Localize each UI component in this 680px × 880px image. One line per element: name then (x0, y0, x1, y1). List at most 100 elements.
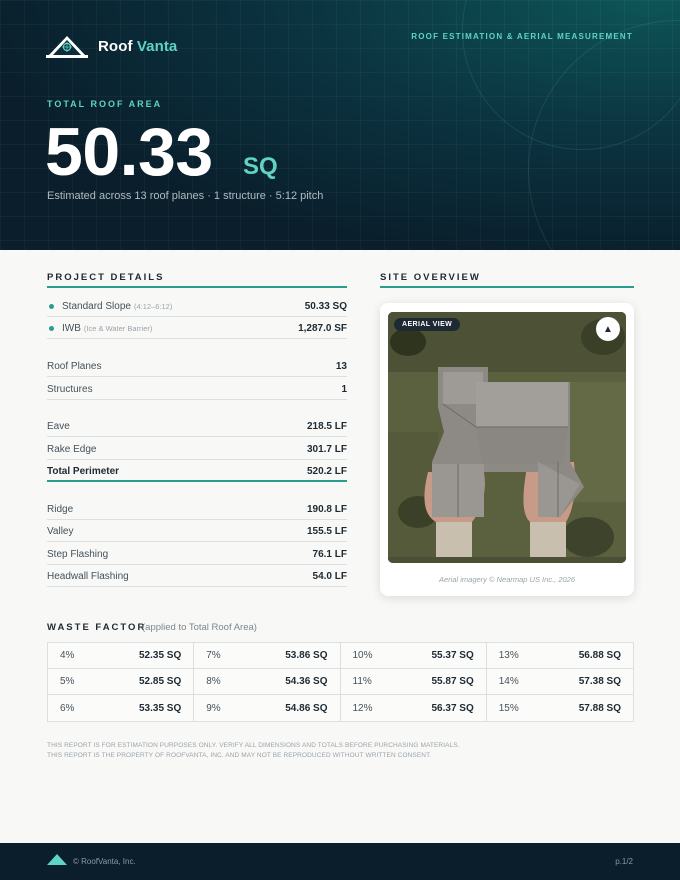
waste-sq: 54.86 SQ (285, 702, 328, 714)
detail-row-headwall-flashing: Headwall Flashing 54.0 LF (47, 567, 347, 587)
brand-name: Roof Vanta (98, 38, 177, 55)
waste-sq: 53.35 SQ (138, 702, 182, 714)
detail-row-step-flashing: Step Flashing 76.1 LF (47, 545, 347, 565)
waste-pct: 8% (206, 676, 221, 687)
aerial-image: AERIAL VIEW ▲ (388, 312, 626, 563)
waste-sq: 57.88 SQ (578, 702, 621, 714)
bullet-dot-icon (49, 304, 54, 309)
detail-value: 301.7 LF (306, 444, 347, 455)
detail-row-total-perimeter: Total Perimeter 520.2 LF (47, 462, 347, 482)
waste-pct: 11% (352, 676, 372, 687)
waste-factor-title: WASTE FACTOR (47, 622, 147, 633)
page-footer: © RoofVanta, Inc. p.1/2 (0, 843, 680, 880)
brand-name-accent: Vanta (136, 37, 178, 55)
disclaimer-line-1: THIS REPORT IS FOR ESTIMATION PURPOSES O… (47, 742, 460, 749)
footer-copyright: © RoofVanta, Inc. (73, 857, 136, 866)
detail-value: 76.1 LF (312, 549, 347, 560)
waste-factor-cell: 13% 56.88 SQ (486, 643, 633, 669)
detail-note: (4:12–6:12) (133, 302, 173, 311)
footer-page-number: p.1/2 (615, 857, 633, 866)
detail-label: Standard Slope (62, 301, 131, 312)
site-overview-title: SITE OVERVIEW (380, 272, 481, 283)
brand-name-main: Roof (98, 37, 133, 55)
header-tagline: ROOF ESTIMATION & AERIAL MEASUREMENT (411, 32, 633, 41)
detail-value: 520.2 LF (306, 465, 347, 477)
detail-value: 1 (341, 384, 347, 395)
detail-row-rake-edge: Rake Edge 301.7 LF (47, 440, 347, 460)
waste-pct: 13% (498, 650, 519, 661)
detail-value: 54.0 LF (312, 571, 347, 582)
waste-factor-cell: 9% 54.86 SQ (194, 695, 341, 721)
detail-row-standard-slope: Standard Slope (4:12–6:12) 50.33 SQ (47, 297, 347, 317)
detail-label: Step Flashing (47, 549, 109, 560)
waste-factor-cell: 4% 52.35 SQ (48, 643, 195, 669)
waste-sq: 55.87 SQ (431, 676, 474, 687)
detail-note: (Ice & Water Barrier) (83, 324, 153, 333)
waste-factor-cell: 6% 53.35 SQ (48, 695, 195, 721)
waste-pct: 6% (60, 702, 75, 714)
detail-label: Structures (47, 384, 93, 395)
detail-row-roof-planes: Roof Planes 13 (47, 357, 347, 377)
disclaimer-line-2: THIS REPORT IS THE PROPERTY OF ROOFVANTA… (47, 752, 432, 759)
waste-sq: 57.38 SQ (578, 676, 621, 687)
waste-factor-cell: 5% 52.85 SQ (48, 669, 195, 695)
waste-pct: 15% (498, 702, 519, 714)
waste-factor-cell: 15% 57.88 SQ (487, 695, 633, 721)
waste-sq: 55.37 SQ (431, 650, 474, 661)
bullet-dot-icon (49, 326, 54, 331)
waste-factor-cell: 7% 53.86 SQ (194, 643, 341, 669)
total-area-unit: SQ (243, 153, 278, 180)
detail-label: Total Perimeter (47, 465, 120, 477)
waste-factor-table: 4% 52.35 SQ 7% 53.86 SQ 10% 55.37 SQ 13% 56.… (47, 642, 634, 722)
detail-row-valley: Valley 155.5 LF (47, 522, 347, 542)
roof-logo-icon (46, 36, 88, 58)
compass-north-icon[interactable]: ▲ (596, 317, 620, 341)
detail-row-eave: Eave 218.5 LF (47, 417, 347, 437)
aerial-roof-illustration (388, 312, 626, 563)
detail-label: Eave (47, 421, 70, 432)
total-area-label: TOTAL ROOF AREA (47, 99, 163, 109)
detail-row-iwb: IWB (Ice & Water Barrier) 1,287.0 SF (47, 319, 347, 339)
waste-sq: 56.88 SQ (578, 650, 621, 661)
detail-label: Valley (47, 526, 74, 537)
footer-roof-logo-icon (47, 854, 67, 865)
project-details-rule (47, 286, 347, 288)
waste-factor-cell: 8% 54.36 SQ (194, 669, 341, 695)
waste-factor-cell: 12% 56.37 SQ (341, 695, 487, 721)
detail-label: Rake Edge (47, 444, 97, 455)
waste-pct: 5% (60, 676, 75, 687)
waste-pct: 10% (352, 650, 373, 661)
detail-value: 50.33 SQ (304, 301, 347, 312)
waste-sq: 54.36 SQ (285, 676, 328, 687)
detail-row-ridge: Ridge 190.8 LF (47, 500, 347, 520)
detail-label: IWB (62, 323, 81, 334)
detail-value: 13 (335, 361, 347, 372)
report-header: Roof Vanta ROOF ESTIMATION & AERIAL MEAS… (0, 0, 680, 250)
detail-value: 155.5 LF (306, 526, 347, 537)
total-area-subtitle: Estimated across 13 roof planes · 1 stru… (47, 190, 324, 202)
waste-pct: 7% (206, 650, 221, 661)
waste-pct: 12% (352, 702, 373, 714)
detail-value: 190.8 LF (306, 504, 347, 515)
waste-sq: 53.86 SQ (285, 650, 328, 661)
detail-row-structures: Structures 1 (47, 380, 347, 400)
waste-pct: 4% (60, 650, 75, 661)
waste-sq: 56.37 SQ (431, 702, 474, 714)
waste-sq: 52.85 SQ (138, 676, 182, 687)
detail-label: Roof Planes (47, 361, 102, 372)
waste-factor-cell: 10% 55.37 SQ (340, 643, 487, 669)
detail-label: Ridge (47, 504, 74, 515)
waste-factor-cell: 14% 57.38 SQ (486, 669, 633, 695)
waste-pct: 14% (498, 676, 519, 687)
project-details-title: PROJECT DETAILS (47, 272, 165, 283)
site-overview-rule (380, 286, 634, 288)
waste-factor-note: (applied to Total Roof Area) (142, 622, 257, 633)
aerial-view-badge: AERIAL VIEW (394, 318, 461, 331)
detail-label: Headwall Flashing (47, 571, 129, 582)
waste-factor-cell: 11% 55.87 SQ (340, 669, 487, 695)
brand-logo: Roof Vanta (46, 34, 177, 58)
detail-value: 218.5 LF (306, 421, 347, 432)
waste-sq: 52.35 SQ (138, 650, 182, 661)
waste-pct: 9% (206, 702, 221, 714)
site-overview-card: AERIAL VIEW ▲ Aerial imagery © Nearmap U… (380, 303, 634, 596)
